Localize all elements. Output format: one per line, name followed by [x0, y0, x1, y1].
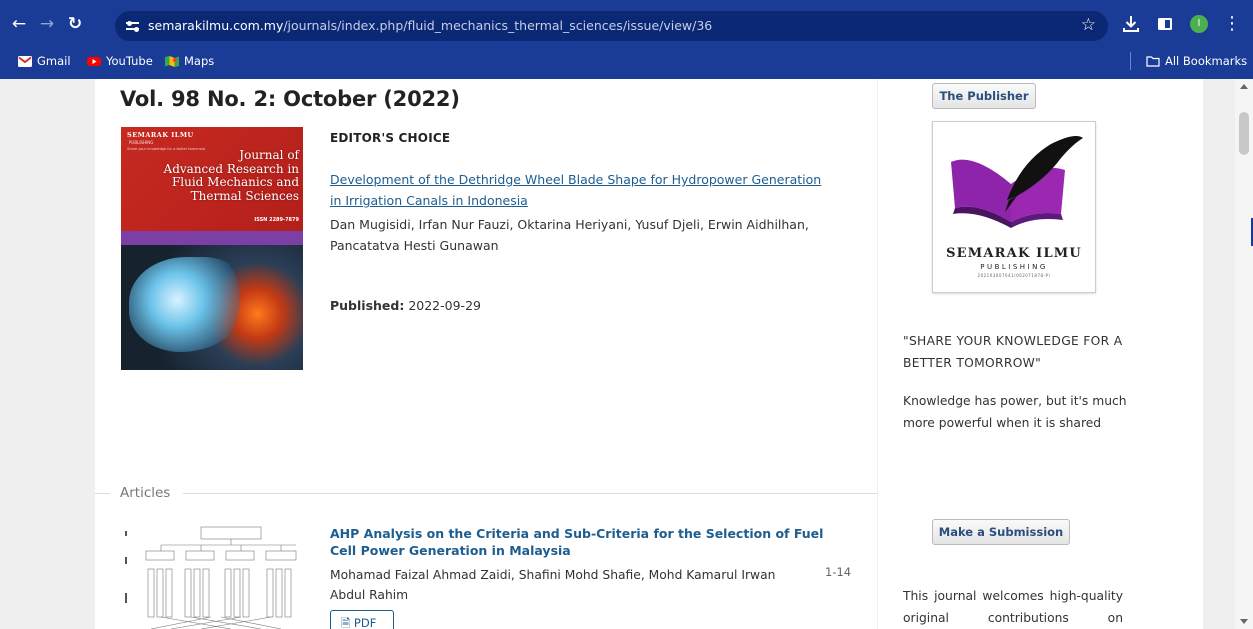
url-text[interactable]: semarakilmu.com.my/journals/index.php/fl…: [148, 18, 712, 33]
youtube-icon: [87, 56, 101, 67]
url-path: /journals/index.php/fluid_mechanics_ther…: [283, 18, 713, 33]
reload-icon[interactable]: ↻: [64, 13, 86, 35]
published-value: 2022-09-29: [408, 298, 481, 313]
maps-icon: [165, 55, 179, 67]
page-scrollbar[interactable]: [1235, 79, 1253, 629]
cover-journal-line: Fluid Mechanics and: [171, 175, 299, 189]
address-bar[interactable]: semarakilmu.com.my/journals/index.php/fl…: [115, 11, 1108, 41]
url-domain: semarakilmu.com.my: [148, 18, 284, 33]
bookmark-star-icon[interactable]: ☆: [1081, 15, 1096, 35]
gmail-icon: [18, 55, 32, 67]
all-bookmarks-label: All Bookmarks: [1165, 54, 1248, 68]
main-content: Vol. 98 No. 2: October (2022) SEMARAK IL…: [95, 79, 877, 629]
bookmark-label: Gmail: [37, 54, 71, 68]
cover-journal-title: Journal of Advanced Research in Fluid Me…: [163, 148, 299, 203]
article-thumbnail[interactable]: [121, 525, 303, 629]
logo-name: SEMARAK ILMU: [946, 246, 1082, 261]
divider: [95, 493, 110, 494]
published-date: Published: 2022-09-29: [330, 298, 481, 313]
bookmark-youtube[interactable]: YouTube: [87, 52, 153, 70]
cover-journal-line: Advanced Research in: [163, 161, 299, 176]
back-arrow-icon[interactable]: ←: [8, 13, 30, 35]
cover-publisher-sub: PUBLISHING: [129, 140, 154, 145]
articles-heading-label: Articles: [120, 485, 171, 501]
profile-avatar[interactable]: I: [1190, 15, 1208, 33]
scroll-up-arrow-icon[interactable]: [1240, 84, 1248, 89]
bookmark-gmail[interactable]: Gmail: [18, 52, 71, 70]
article-pages: 1-14: [825, 565, 852, 579]
folder-icon: [1146, 55, 1160, 67]
scroll-thumb[interactable]: [1239, 112, 1249, 155]
scroll-down-arrow-icon[interactable]: [1240, 619, 1248, 624]
cover-journal-line: Thermal Sciences: [190, 188, 299, 203]
side-panel-icon[interactable]: [1154, 13, 1176, 35]
make-submission-button[interactable]: Make a Submission: [932, 519, 1070, 545]
cover-issn: ISSN 2289-7879: [254, 217, 299, 223]
book-quill-icon: [951, 136, 1083, 228]
site-settings-icon[interactable]: [125, 18, 141, 34]
cover-journal-line: Journal of: [239, 148, 299, 162]
articles-section-heading: Articles: [95, 483, 877, 503]
published-label: Published:: [330, 298, 405, 313]
browser-toolbar: ← → ↻ semarakilmu.com.my/journals/index.…: [0, 0, 1253, 79]
bookmark-maps[interactable]: Maps: [165, 52, 214, 70]
pdf-label: PDF: [353, 616, 377, 629]
knowledge-text: Knowledge has power, but it's much more …: [903, 394, 1127, 430]
bookmarks-separator: [1130, 52, 1131, 70]
the-publisher-button[interactable]: The Publisher: [932, 83, 1036, 109]
download-icon[interactable]: [1120, 13, 1142, 35]
publisher-logo[interactable]: SEMARAK ILMU PUBLISHING 202103007041(002…: [932, 121, 1096, 293]
divider: [183, 493, 877, 494]
slogan-text: "SHARE YOUR KNOWLEDGE FOR A BETTER TOMOR…: [903, 334, 1123, 370]
issue-title: Vol. 98 No. 2: October (2022): [120, 87, 460, 111]
pdf-button[interactable]: 🗎 PDF: [330, 610, 394, 629]
issue-cover-image[interactable]: SEMARAK ILMU PUBLISHING Share your knowl…: [121, 127, 303, 370]
bookmark-label: YouTube: [106, 54, 153, 68]
cover-purple-band: [121, 231, 303, 245]
all-bookmarks-button[interactable]: All Bookmarks: [1146, 52, 1247, 70]
web-page: Vol. 98 No. 2: October (2022) SEMARAK IL…: [0, 79, 1253, 629]
welcome-text: This journal welcomes high-quality origi…: [903, 589, 1123, 625]
forward-arrow-icon[interactable]: →: [36, 13, 58, 35]
logo-reg-number: 202103007041(002071878-P): [977, 273, 1051, 278]
editors-choice-article-link[interactable]: Development of the Dethridge Wheel Blade…: [330, 169, 830, 211]
bookmark-label: Maps: [184, 54, 215, 68]
file-icon: 🗎: [341, 616, 351, 629]
cover-publisher-name: SEMARAK ILMU: [127, 131, 194, 139]
editors-choice-authors: Dan Mugisidi, Irfan Nur Fauzi, Oktarina …: [330, 217, 809, 253]
article-authors: Mohamad Faizal Ahmad Zaidi, Shafini Mohd…: [330, 568, 776, 602]
sidebar: The Publisher SEMARAK ILMU PUBLISHING 20…: [878, 79, 1203, 629]
browser-menu-icon[interactable]: ⋮: [1223, 13, 1241, 34]
logo-sub: PUBLISHING: [980, 263, 1048, 271]
article-title-link[interactable]: AHP Analysis on the Criteria and Sub-Cri…: [330, 525, 850, 559]
editors-choice-label: EDITOR'S CHOICE: [330, 131, 451, 145]
